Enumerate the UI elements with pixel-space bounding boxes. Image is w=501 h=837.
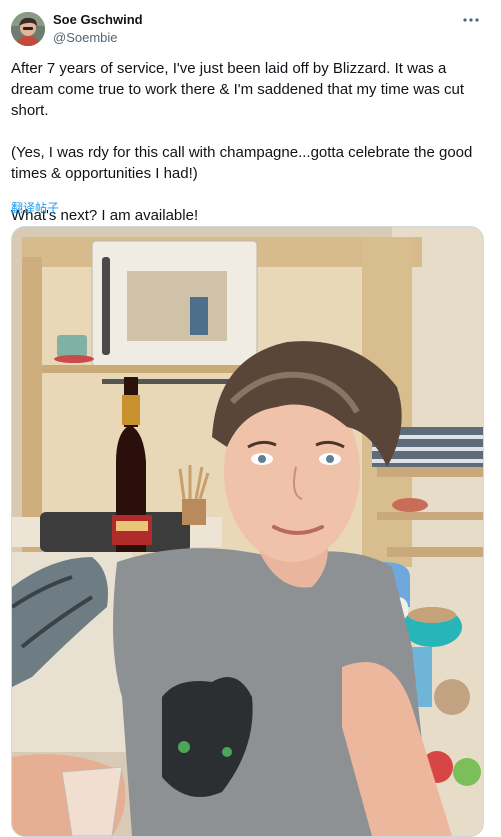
tweet-photo[interactable] [11,226,484,837]
more-options-button[interactable] [459,10,483,30]
author-display-name[interactable]: Soe Gschwind [53,12,143,27]
tweet-card: Soe Gschwind @Soembie After 7 years of s… [0,0,501,837]
selfie-photo-icon [12,227,483,836]
tweet-paragraph: What's next? I am available! [11,207,199,224]
author-avatar[interactable] [11,12,45,46]
author-handle[interactable]: @Soembie [53,30,118,45]
more-horizontal-icon [463,18,479,22]
avatar-photo-icon [11,12,45,46]
translate-post-link[interactable]: 翻译帖子 [11,199,59,216]
tweet-paragraph: After 7 years of service, I've just been… [11,60,465,119]
tweet-text: After 7 years of service, I've just been… [11,58,489,226]
tweet-paragraph: (Yes, I was rdy for this call with champ… [11,144,473,182]
